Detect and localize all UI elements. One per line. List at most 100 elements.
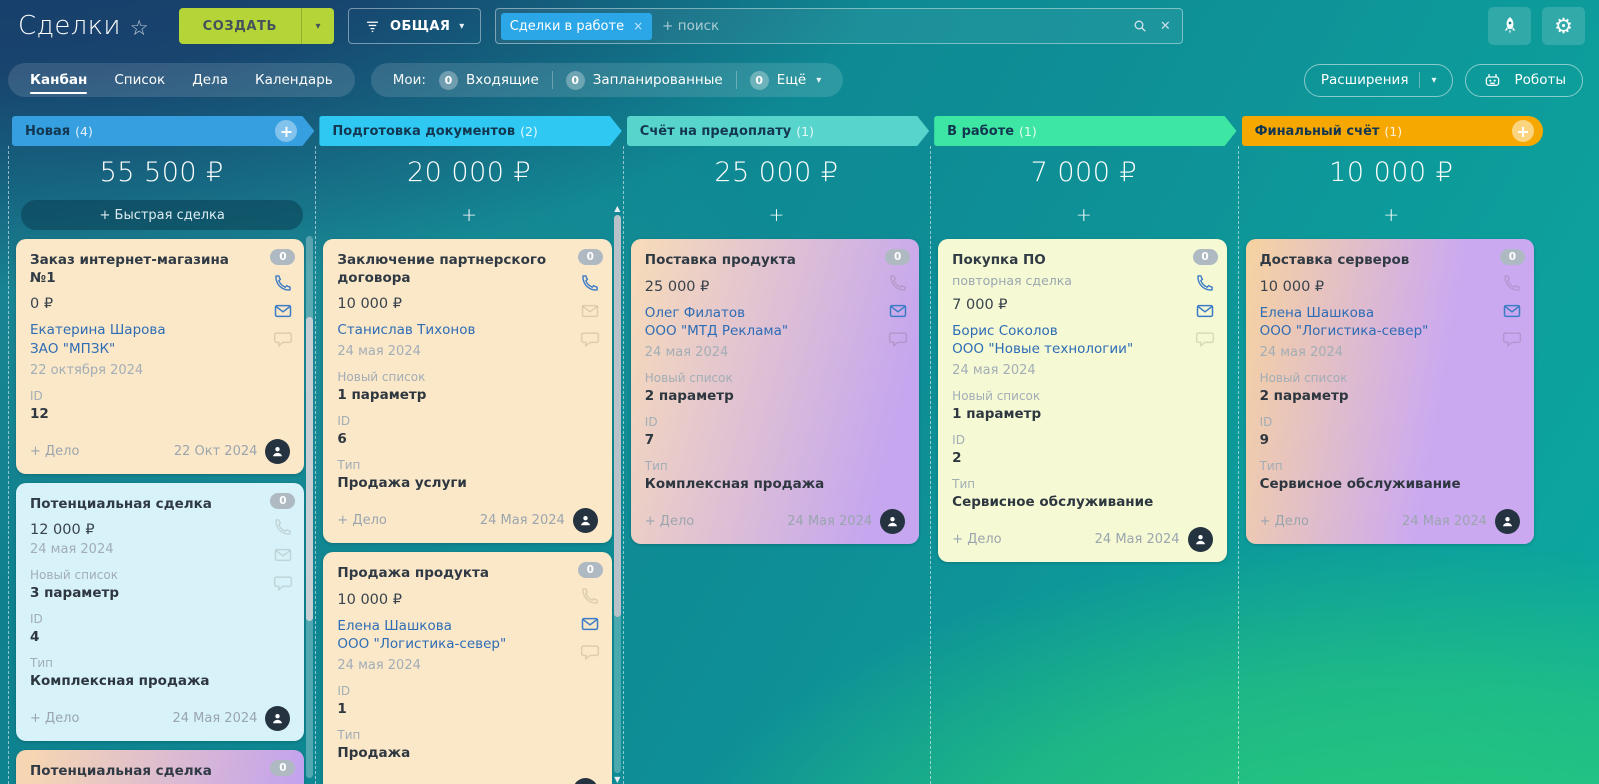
search-filter-tag[interactable]: Сделки в работе × xyxy=(501,13,652,40)
comments-badge[interactable]: 0 xyxy=(885,249,910,265)
column-scrollbar[interactable] xyxy=(306,236,313,778)
mail-icon[interactable] xyxy=(273,545,293,565)
extensions-label: Расширения xyxy=(1321,72,1409,88)
add-activity-button[interactable]: + Дело xyxy=(30,711,79,726)
assignee-avatar[interactable] xyxy=(265,439,290,464)
contact-link[interactable]: Станислав Тихонов xyxy=(337,321,597,340)
add-deal-button[interactable]: + xyxy=(315,200,622,230)
mail-icon[interactable] xyxy=(1502,301,1522,321)
mail-icon[interactable] xyxy=(580,614,600,634)
assignee-avatar[interactable] xyxy=(573,508,598,533)
company-link[interactable]: ООО "Логистика-север" xyxy=(337,635,597,654)
deal-card[interactable]: Поставка продукта 25 000 ₽ Олег Филатов … xyxy=(631,239,919,544)
company-link[interactable]: ООО "Логистика-север" xyxy=(1260,322,1520,341)
create-button[interactable]: СОЗДАТЬ xyxy=(179,8,301,44)
settings-button[interactable]: ⚙ xyxy=(1542,7,1585,45)
deal-card[interactable]: Потенциальная сделка 18 500 ₽ Глеб Титов… xyxy=(16,750,304,784)
contact-link[interactable]: Борис Соколов xyxy=(952,322,1212,341)
company-link[interactable]: ЗАО "МПЗК" xyxy=(30,340,290,359)
tab-list[interactable]: Список xyxy=(114,66,165,94)
favorite-star-icon[interactable]: ☆ xyxy=(130,16,149,40)
add-deal-button[interactable]: + xyxy=(1238,200,1545,230)
add-stage-deal-button[interactable]: + xyxy=(275,120,297,142)
scroll-up-icon[interactable]: ▲ xyxy=(614,204,620,213)
contact-link[interactable]: Олег Филатов xyxy=(645,304,905,323)
column-count: (1) xyxy=(1019,124,1037,139)
phone-icon[interactable] xyxy=(580,586,600,606)
add-activity-button[interactable]: + Дело xyxy=(1260,514,1309,529)
phone-icon[interactable] xyxy=(1195,273,1215,293)
comments-badge[interactable]: 0 xyxy=(578,249,603,265)
phone-icon[interactable] xyxy=(888,273,908,293)
search-bar[interactable]: Сделки в работе × + поиск ✕ xyxy=(495,8,1183,44)
deal-card[interactable]: Покупка ПО повторная сделка 7 000 ₽ Бори… xyxy=(938,239,1226,562)
phone-icon[interactable] xyxy=(273,273,293,293)
contact-link[interactable]: Елена Шашкова xyxy=(337,617,597,636)
add-stage-deal-button[interactable]: + xyxy=(1512,120,1534,142)
add-activity-button[interactable]: + Дело xyxy=(645,514,694,529)
chat-icon[interactable] xyxy=(580,642,600,662)
comments-badge[interactable]: 0 xyxy=(270,760,295,776)
counter-incoming[interactable]: 0 Входящие xyxy=(439,71,539,90)
contact-link[interactable]: Елена Шашкова xyxy=(1260,304,1520,323)
mail-icon[interactable] xyxy=(580,301,600,321)
column-header[interactable]: Финальный счёт (1) + xyxy=(1242,116,1543,146)
assignee-avatar[interactable] xyxy=(265,706,290,731)
deal-card[interactable]: Заключение партнерского договора 10 000 … xyxy=(323,239,611,543)
deal-card[interactable]: Доставка серверов 10 000 ₽ Елена Шашкова… xyxy=(1246,239,1534,544)
tab-kanban[interactable]: Канбан xyxy=(30,66,87,94)
search-icon[interactable] xyxy=(1132,18,1148,34)
chat-icon[interactable] xyxy=(1502,329,1522,349)
counter-planned[interactable]: 0 Запланированные xyxy=(566,71,723,90)
add-deal-button[interactable]: + xyxy=(930,200,1237,230)
assignee-avatar[interactable] xyxy=(1188,527,1213,552)
comments-badge[interactable]: 0 xyxy=(578,562,603,578)
chat-icon[interactable] xyxy=(1195,329,1215,349)
chat-icon[interactable] xyxy=(273,573,293,593)
comments-badge[interactable]: 0 xyxy=(1500,249,1525,265)
filter-button[interactable]: ОБЩАЯ ▾ xyxy=(348,8,481,44)
counter-more[interactable]: 0 Ещё ▾ xyxy=(750,71,822,90)
column-header[interactable]: В работе (1) xyxy=(934,116,1236,146)
phone-icon[interactable] xyxy=(273,517,293,537)
comments-badge[interactable]: 0 xyxy=(270,249,295,265)
chat-icon[interactable] xyxy=(888,329,908,349)
deal-card[interactable]: Продажа продукта 10 000 ₽ Елена Шашкова … xyxy=(323,552,611,784)
mail-icon[interactable] xyxy=(273,301,293,321)
scroll-down-icon[interactable]: ▼ xyxy=(614,775,620,784)
create-dropdown-button[interactable]: ▾ xyxy=(301,8,334,44)
company-link[interactable]: ООО "МТД Реклама" xyxy=(645,322,905,341)
market-button[interactable] xyxy=(1488,7,1531,45)
mail-icon[interactable] xyxy=(1195,301,1215,321)
column-scrollbar[interactable]: ▲ ▼ xyxy=(612,204,623,784)
add-deal-button[interactable]: + xyxy=(623,200,930,230)
contact-link[interactable]: Екатерина Шарова xyxy=(30,321,290,340)
add-activity-button[interactable]: + Дело xyxy=(30,444,79,459)
deal-card[interactable]: Заказ интернет-магазина №1 0 ₽ Екатерина… xyxy=(16,239,304,474)
column-header[interactable]: Счёт на предоплату (1) xyxy=(627,116,929,146)
comments-badge[interactable]: 0 xyxy=(1193,249,1218,265)
tab-activities[interactable]: Дела xyxy=(192,66,228,94)
robots-button[interactable]: Роботы xyxy=(1465,64,1583,97)
assignee-avatar[interactable] xyxy=(880,509,905,534)
assignee-avatar[interactable] xyxy=(1495,509,1520,534)
phone-icon[interactable] xyxy=(580,273,600,293)
add-activity-button[interactable]: + Дело xyxy=(952,532,1001,547)
comments-badge[interactable]: 0 xyxy=(270,493,295,509)
tag-remove-icon[interactable]: × xyxy=(633,19,643,33)
tab-calendar[interactable]: Календарь xyxy=(255,66,333,94)
extensions-button[interactable]: Расширения ▾ xyxy=(1304,64,1454,97)
chat-icon[interactable] xyxy=(580,329,600,349)
company-link[interactable]: ООО "Новые технологии" xyxy=(952,340,1212,359)
column-header[interactable]: Подготовка документов (2) xyxy=(319,116,621,146)
quick-deal-button[interactable]: + Быстрая сделка xyxy=(21,200,303,230)
search-placeholder[interactable]: + поиск xyxy=(662,18,1122,34)
mail-icon[interactable] xyxy=(888,301,908,321)
add-activity-button[interactable]: + Дело xyxy=(337,513,386,528)
phone-icon[interactable] xyxy=(1502,273,1522,293)
clear-search-icon[interactable]: ✕ xyxy=(1160,19,1171,34)
deal-card[interactable]: Потенциальная сделка 12 000 ₽ 24 мая 202… xyxy=(16,483,304,742)
chat-icon[interactable] xyxy=(273,329,293,349)
assignee-avatar[interactable] xyxy=(573,778,598,784)
column-header[interactable]: Новая (4) + xyxy=(12,116,314,146)
